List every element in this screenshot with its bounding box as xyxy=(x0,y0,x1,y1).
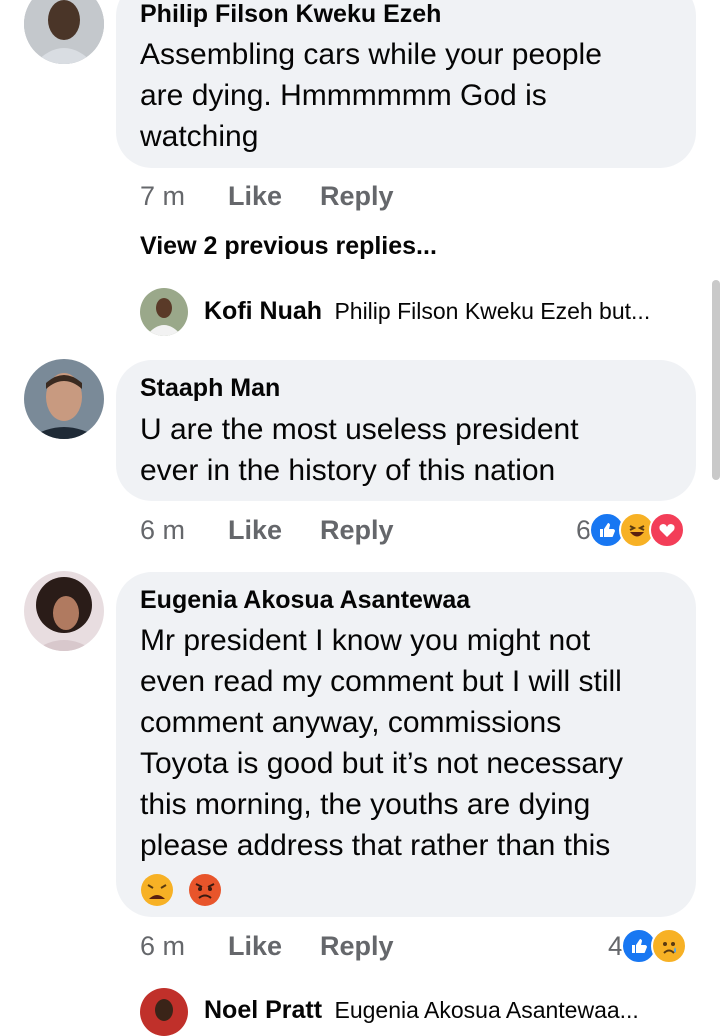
comment-text: U are the most useless president ever in… xyxy=(140,409,579,491)
comment-line: Mr president I know you might not xyxy=(140,624,591,657)
reply-text: Eugenia Akosua Asantewaa... xyxy=(334,997,639,1023)
comment-line: please address that rather than this xyxy=(140,829,611,862)
scrollbar[interactable] xyxy=(712,280,720,480)
sad-icon xyxy=(651,928,688,964)
comment-author[interactable]: Philip Filson Kweku Ezeh xyxy=(140,0,441,29)
comment-time[interactable]: 6 m xyxy=(140,931,185,962)
comment-line: this morning, the youths are dying xyxy=(140,788,591,821)
weary-face-icon xyxy=(141,874,173,907)
angry-face-icon xyxy=(189,874,222,907)
avatar[interactable] xyxy=(140,288,188,336)
comment-line: are dying. Hmmmmmm God is xyxy=(140,79,547,112)
comment-author[interactable]: Eugenia Akosua Asantewaa xyxy=(140,586,470,615)
reply-author[interactable]: Kofi Nuah xyxy=(204,297,322,325)
avatar[interactable] xyxy=(24,571,104,651)
reply-text: Philip Filson Kweku Ezeh but... xyxy=(334,298,651,324)
view-previous-replies-link[interactable]: View 2 previous replies... xyxy=(140,232,437,261)
reply-button[interactable]: Reply xyxy=(320,515,394,546)
reply-preview[interactable]: Noel Pratt Eugenia Akosua Asantewaa... xyxy=(204,996,639,1025)
comment-line: Assembling cars while your people xyxy=(140,38,602,71)
like-button[interactable]: Like xyxy=(228,181,282,212)
reply-button[interactable]: Reply xyxy=(320,181,394,212)
comment-line: Toyota is good but it’s not necessary xyxy=(140,747,624,780)
reply-preview[interactable]: Kofi Nuah Philip Filson Kweku Ezeh but..… xyxy=(204,297,650,326)
love-icon xyxy=(649,512,686,548)
comment-time[interactable]: 7 m xyxy=(140,181,185,212)
avatar[interactable] xyxy=(24,0,104,64)
comment-bubble: Eugenia Akosua Asantewaa Mr president I … xyxy=(116,572,696,917)
comment-text: Assembling cars while your people are dy… xyxy=(140,34,602,157)
comment-line: watching xyxy=(140,120,259,153)
avatar[interactable] xyxy=(140,988,188,1036)
comment-line: even read my comment but I will still xyxy=(140,665,622,698)
comment-emojis xyxy=(140,868,623,909)
like-button[interactable]: Like xyxy=(228,931,282,962)
comment-text: Mr president I know you might not even r… xyxy=(140,620,623,909)
reply-button[interactable]: Reply xyxy=(320,931,394,962)
comment-line: U are the most useless president xyxy=(140,413,579,446)
reaction-summary[interactable]: 4 xyxy=(608,928,688,964)
comment-line: comment anyway, commissions xyxy=(140,706,562,739)
avatar[interactable] xyxy=(24,359,104,439)
like-button[interactable]: Like xyxy=(228,515,282,546)
comment-line: ever in the history of this nation xyxy=(140,454,556,487)
reaction-summary[interactable]: 6 xyxy=(576,512,686,548)
comment-bubble: Staaph Man U are the most useless presid… xyxy=(116,360,696,501)
reply-author[interactable]: Noel Pratt xyxy=(204,996,322,1024)
comment-bubble: Philip Filson Kweku Ezeh Assembling cars… xyxy=(116,0,696,168)
comment-time[interactable]: 6 m xyxy=(140,515,185,546)
comment-author[interactable]: Staaph Man xyxy=(140,374,280,403)
